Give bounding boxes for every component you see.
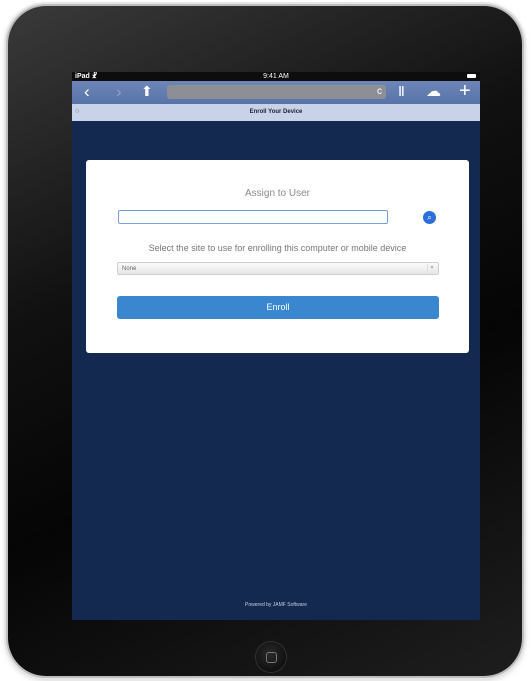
enroll-card: Assign to User ⌕ Select the site to use … — [86, 160, 469, 353]
ipad-frame: iPad ☧ 9:41 AM ‹ › ⬆ c Ⅱ ☁ + ○ Enroll Yo… — [8, 6, 522, 676]
page-title-bar: ○ Enroll Your Device — [72, 104, 480, 121]
share-icon[interactable]: ⬆ — [141, 82, 153, 101]
enroll-button[interactable]: Enroll — [117, 296, 439, 319]
reload-icon[interactable]: c — [377, 85, 382, 99]
user-input[interactable] — [118, 210, 388, 224]
search-icon[interactable]: ⌕ — [423, 211, 436, 224]
battery-icon — [467, 74, 476, 78]
cloud-tabs-icon[interactable]: ☁ — [426, 82, 441, 101]
home-square-icon — [266, 652, 277, 663]
new-tab-icon[interactable]: + — [459, 81, 471, 101]
screen: iPad ☧ 9:41 AM ‹ › ⬆ c Ⅱ ☁ + ○ Enroll Yo… — [72, 72, 480, 620]
back-icon[interactable]: ‹ — [84, 82, 90, 101]
status-bar: iPad ☧ 9:41 AM — [72, 72, 480, 81]
bookmarks-icon[interactable]: Ⅱ — [398, 82, 405, 101]
site-select[interactable]: None ▾ — [117, 262, 439, 275]
site-select-value: None — [122, 266, 137, 272]
address-bar[interactable]: c — [167, 85, 386, 99]
footer-text: Powered by JAMF Software — [245, 602, 307, 608]
forward-icon[interactable]: › — [116, 82, 122, 101]
home-button[interactable] — [256, 642, 286, 672]
browser-toolbar: ‹ › ⬆ c Ⅱ ☁ + — [72, 81, 480, 104]
chevron-down-icon: ▾ — [427, 264, 436, 273]
page-title: Enroll Your Device — [249, 109, 303, 115]
site-label: Select the site to use for enrolling thi… — [148, 243, 407, 253]
clock: 9:41 AM — [263, 73, 289, 80]
assign-user-heading: Assign to User — [244, 188, 311, 199]
